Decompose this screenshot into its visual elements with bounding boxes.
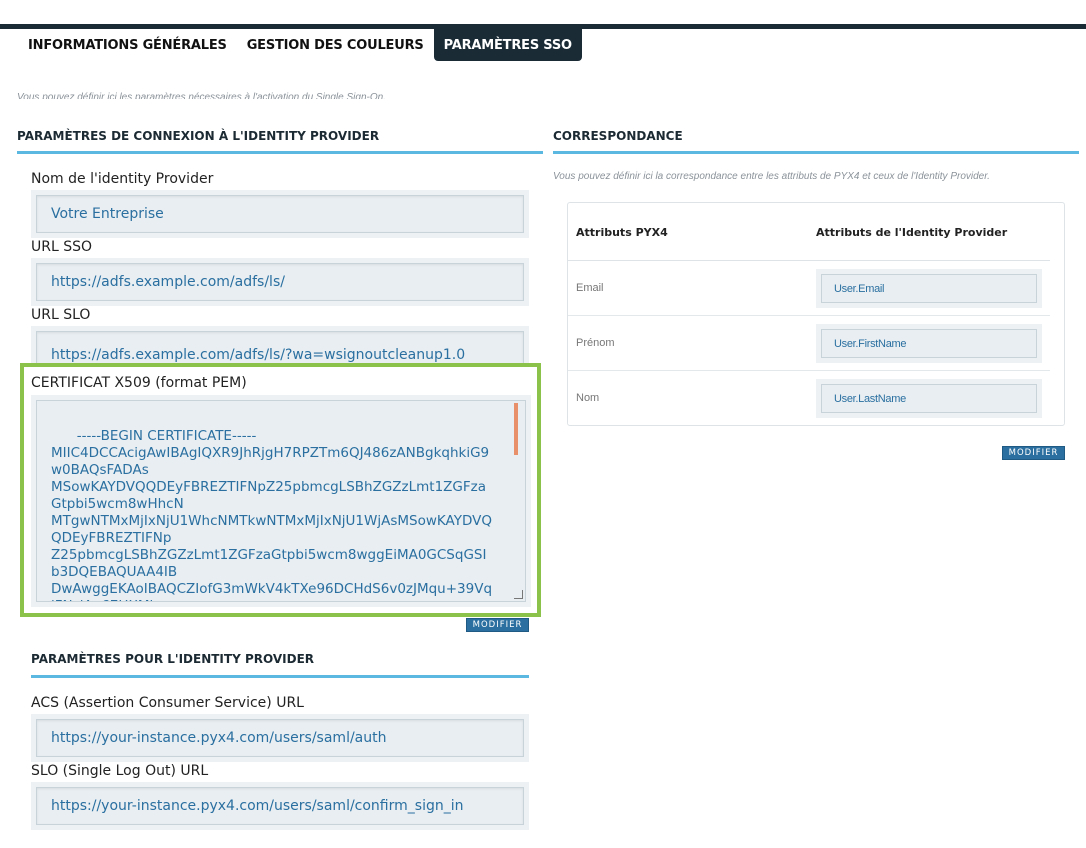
certificate-scrollbar[interactable] — [514, 403, 518, 455]
idp-params-section-title: PARAMÈTRES POUR L'IDENTITY PROVIDER — [31, 652, 315, 666]
tab-bar: INFORMATIONS GÉNÉRALES GESTION DES COULE… — [18, 29, 582, 61]
tab-gestion-des-couleurs[interactable]: GESTION DES COULEURS — [237, 29, 434, 61]
column-header-pyx4: Attributs PYX4 — [576, 226, 668, 239]
resize-handle-icon[interactable] — [514, 590, 523, 599]
attribute-label-email: Email — [576, 282, 604, 294]
slo-url-input[interactable]: https://adfs.example.com/adfs/ls/?wa=wsi… — [36, 331, 524, 366]
attribute-input-prenom[interactable]: User.FirstName — [821, 329, 1037, 358]
correspondance-description: Vous pouvez définir ici la correspondanc… — [553, 171, 990, 182]
correspondance-table-header: Attributs PYX4 Attributs de l'Identity P… — [568, 203, 1050, 261]
sso-url-label: URL SSO — [31, 239, 93, 255]
correspondance-section-divider — [553, 151, 1079, 154]
modify-connexion-button[interactable]: MODIFIER — [466, 618, 529, 632]
modify-correspondance-button[interactable]: MODIFIER — [1002, 446, 1065, 460]
attribute-field-wrapper: User.Email — [816, 269, 1042, 308]
idp-name-label: Nom de l'identity Provider — [31, 171, 214, 187]
slo-idp-url-input[interactable]: https://your-instance.pyx4.com/users/sam… — [36, 787, 524, 825]
intro-text: Vous pouvez définir ici les paramètres n… — [17, 92, 386, 99]
slo-url-field-wrapper: https://adfs.example.com/adfs/ls/?wa=wsi… — [31, 326, 529, 366]
acs-url-label: ACS (Assertion Consumer Service) URL — [31, 695, 304, 711]
attribute-input-email[interactable]: User.Email — [821, 274, 1037, 303]
attribute-label-nom: Nom — [576, 392, 600, 404]
acs-url-input[interactable]: https://your-instance.pyx4.com/users/sam… — [36, 719, 524, 757]
idp-name-field-wrapper: Votre Entreprise — [31, 190, 529, 238]
connexion-section-divider — [17, 151, 543, 154]
tab-informations-generales[interactable]: INFORMATIONS GÉNÉRALES — [18, 29, 237, 61]
correspondance-table: Attributs PYX4 Attributs de l'Identity P… — [567, 202, 1065, 426]
column-header-idp: Attributs de l'Identity Provider — [816, 226, 1008, 239]
slo-url-label: URL SLO — [31, 307, 91, 323]
certificate-textarea[interactable]: -----BEGIN CERTIFICATE----- MIIC4DCCAcig… — [36, 400, 526, 602]
idp-params-section-divider — [31, 675, 529, 678]
correspondance-section-title: CORRESPONDANCE — [553, 129, 683, 143]
sso-url-field-wrapper: https://adfs.example.com/adfs/ls/ — [31, 258, 529, 306]
attribute-field-wrapper: User.FirstName — [816, 324, 1042, 363]
table-row: Email User.Email — [568, 261, 1050, 316]
attribute-input-nom[interactable]: User.LastName — [821, 384, 1037, 413]
attribute-label-prenom: Prénom — [576, 337, 615, 349]
acs-url-field-wrapper: https://your-instance.pyx4.com/users/sam… — [31, 714, 529, 762]
connexion-section-title: PARAMÈTRES DE CONNEXION À L'IDENTITY PRO… — [17, 129, 380, 143]
certificate-highlight-box: CERTIFICAT X509 (format PEM) -----BEGIN … — [20, 363, 541, 617]
slo-idp-url-field-wrapper: https://your-instance.pyx4.com/users/sam… — [31, 782, 529, 830]
sso-url-input[interactable]: https://adfs.example.com/adfs/ls/ — [36, 263, 524, 301]
table-row: Prénom User.FirstName — [568, 316, 1050, 371]
slo-idp-url-label: SLO (Single Log Out) URL — [31, 763, 209, 779]
certificate-label: CERTIFICAT X509 (format PEM) — [31, 375, 247, 391]
certificate-field-wrapper: -----BEGIN CERTIFICATE----- MIIC4DCCAcig… — [31, 395, 531, 607]
certificate-text: -----BEGIN CERTIFICATE----- MIIC4DCCAcig… — [51, 428, 493, 601]
attribute-field-wrapper: User.LastName — [816, 379, 1042, 418]
idp-name-input[interactable]: Votre Entreprise — [36, 195, 524, 233]
tab-parametres-sso[interactable]: PARAMÈTRES SSO — [433, 29, 582, 61]
table-row: Nom User.LastName — [568, 371, 1050, 426]
